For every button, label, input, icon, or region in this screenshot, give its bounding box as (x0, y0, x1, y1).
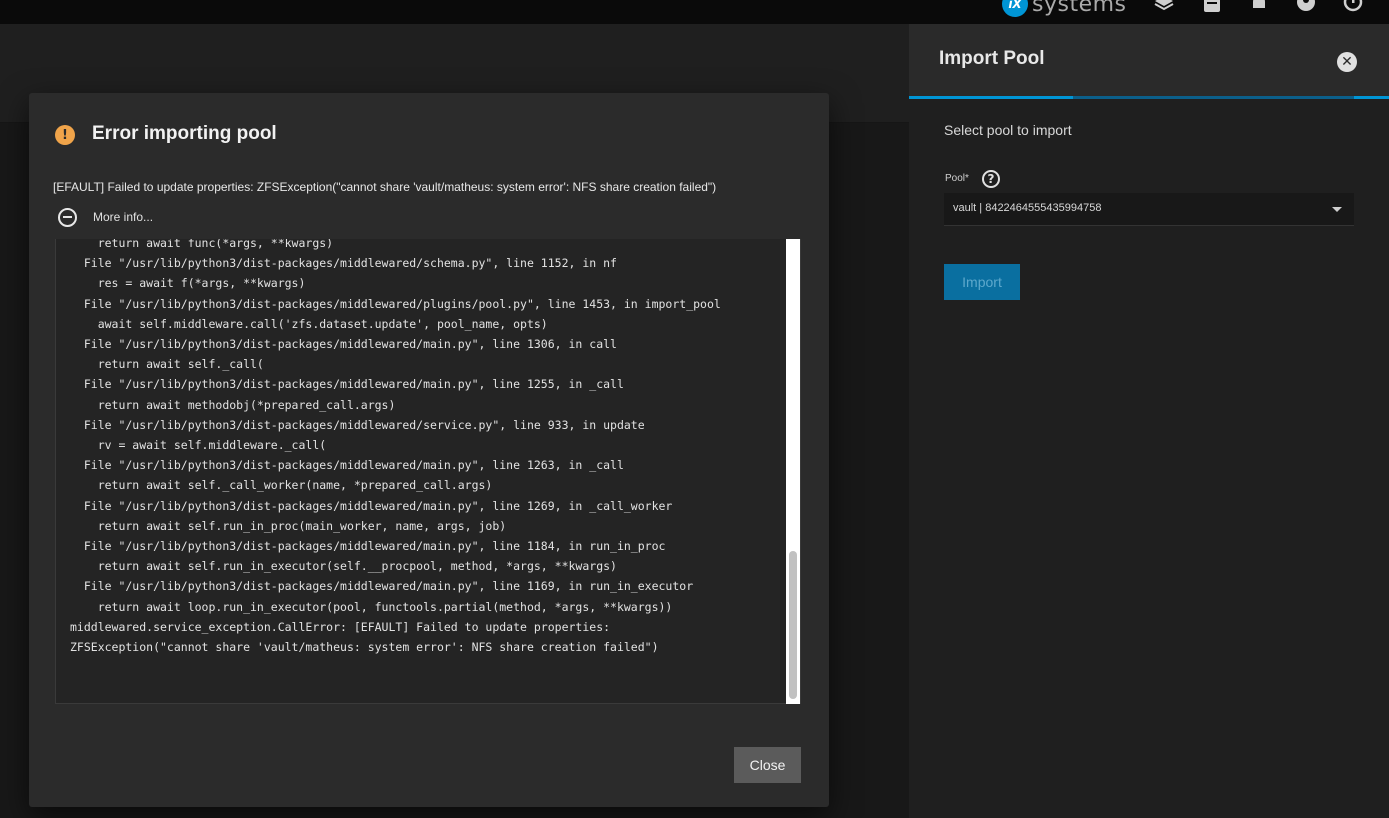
panel-header: Import Pool ✕ (909, 24, 1389, 96)
traceback-line: File "/usr/lib/python3/dist-packages/mid… (70, 579, 694, 594)
traceback-line: ZFSException("cannot share 'vault/matheu… (70, 640, 659, 655)
traceback-line: File "/usr/lib/python3/dist-packages/mid… (70, 296, 721, 311)
traceback-line: File "/usr/lib/python3/dist-packages/mid… (70, 539, 666, 554)
import-button[interactable]: Import (944, 264, 1020, 300)
traceback-line: return await self._call( (70, 357, 264, 372)
panel-progress-bar (909, 96, 1389, 99)
traceback-textarea[interactable]: return await func(*args, **kwargs) File … (55, 239, 801, 704)
pool-select[interactable]: vault | 8422464555435994758 (944, 193, 1354, 226)
progress-segment (1354, 96, 1389, 99)
traceback-line: middlewared.service_exception.CallError:… (70, 619, 611, 634)
pool-label-text: Pool (945, 173, 966, 184)
traceback-line: await self.middleware.call('zfs.dataset.… (70, 316, 548, 331)
close-icon[interactable]: ✕ (1337, 52, 1357, 72)
progress-segment (909, 96, 1073, 99)
truecommand-icon[interactable] (1154, 0, 1174, 12)
power-icon[interactable] (1343, 0, 1363, 12)
traceback-line: File "/usr/lib/python3/dist-packages/mid… (70, 377, 624, 392)
traceback-line: File "/usr/lib/python3/dist-packages/mid… (70, 458, 624, 473)
traceback-line: File "/usr/lib/python3/dist-packages/mid… (70, 256, 617, 271)
error-dialog: ! Error importing pool [EFAULT] Failed t… (29, 93, 829, 807)
traceback-line: return await methodobj(*prepared_call.ar… (70, 397, 396, 412)
chevron-down-icon (1332, 207, 1342, 212)
traceback-line: rv = await self.middleware._call( (70, 438, 327, 453)
pool-select-value: vault | 8422464555435994758 (953, 202, 1102, 214)
traceback-lines: return await func(*args, **kwargs) File … (70, 239, 721, 657)
traceback-line: return await func(*args, **kwargs) (70, 239, 334, 250)
bell-icon[interactable] (1249, 0, 1269, 12)
traceback-line: return await self.run_in_proc(main_worke… (70, 518, 507, 533)
traceback-line: File "/usr/lib/python3/dist-packages/mid… (70, 498, 673, 513)
clipboard-icon[interactable] (1202, 0, 1222, 12)
help-icon[interactable]: ? (982, 170, 1000, 188)
pool-field-label: Pool* (945, 173, 969, 184)
user-icon[interactable] (1296, 0, 1316, 12)
traceback-scrollbar[interactable] (786, 239, 800, 704)
scrollbar-thumb[interactable] (789, 551, 797, 699)
error-message: [EFAULT] Failed to update properties: ZF… (53, 180, 717, 194)
more-info-label: More info... (93, 210, 154, 224)
traceback-line: File "/usr/lib/python3/dist-packages/mid… (70, 417, 645, 432)
traceback-line: return await self._call_worker(name, *pr… (70, 478, 493, 493)
brand-text: systems (1032, 0, 1127, 17)
traceback-line: File "/usr/lib/python3/dist-packages/mid… (70, 337, 617, 352)
dialog-title: Error importing pool (92, 123, 277, 144)
more-info-toggle[interactable]: More info... (58, 207, 153, 227)
import-pool-panel: Import Pool ✕ Select pool to import Pool… (909, 24, 1389, 818)
ix-logo-mark: iX (1002, 0, 1028, 17)
ixsystems-logo[interactable]: iX systems (1002, 0, 1127, 17)
warning-icon: ! (55, 125, 75, 145)
collapse-minus-icon (58, 207, 77, 227)
traceback-line: return await loop.run_in_executor(pool, … (70, 599, 673, 614)
panel-subtitle: Select pool to import (944, 122, 1072, 138)
close-button[interactable]: Close (734, 747, 801, 783)
traceback-line: res = await f(*args, **kwargs) (70, 276, 306, 291)
traceback-line: return await self.run_in_executor(self._… (70, 559, 617, 574)
required-asterisk: * (965, 173, 969, 184)
top-toolbar: iX systems (0, 0, 1389, 24)
panel-title: Import Pool (939, 48, 1045, 69)
